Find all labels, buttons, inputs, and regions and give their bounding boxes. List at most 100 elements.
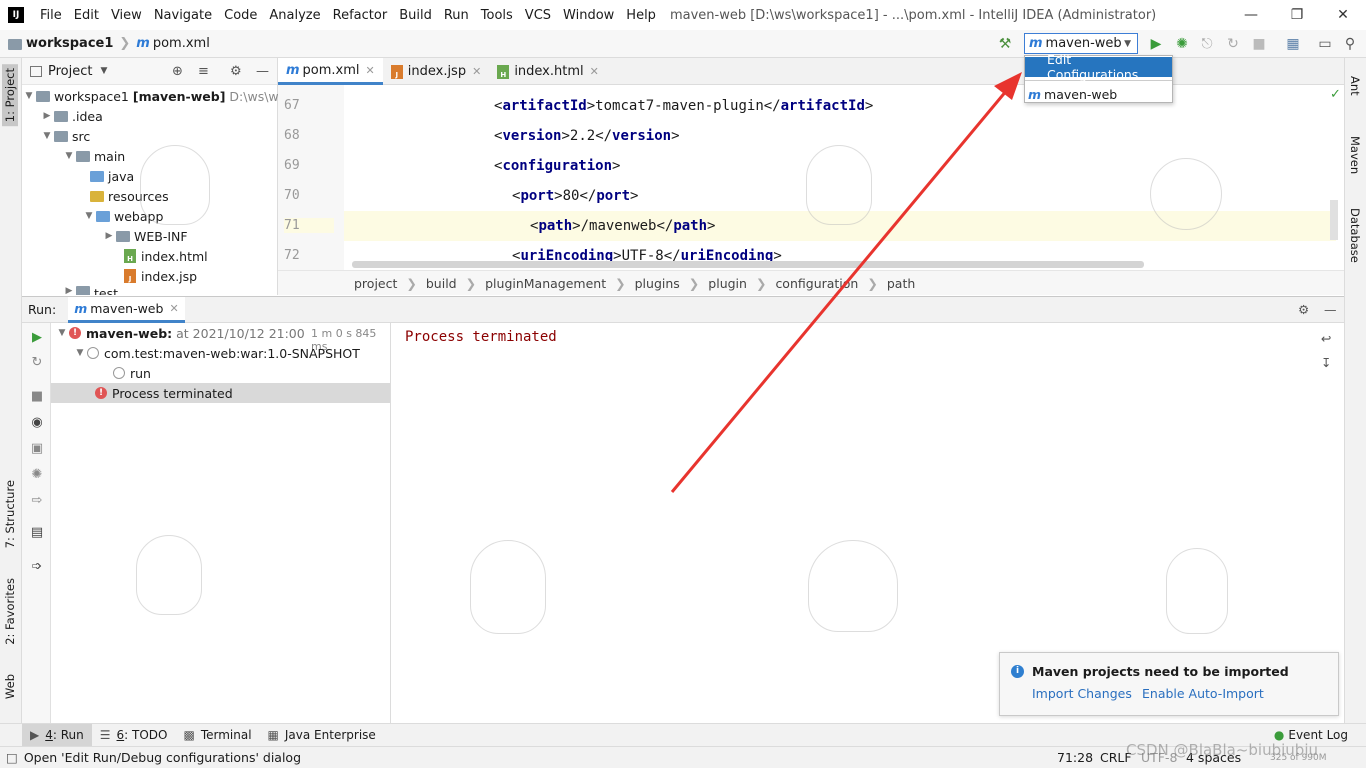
tree-item-index-html[interactable]: Hindex.html (124, 246, 208, 266)
layout-icon[interactable]: ▤ (28, 523, 46, 541)
minimize-button[interactable]: — (1228, 0, 1274, 30)
gear-icon[interactable]: ⚙ (1298, 302, 1309, 317)
run-leaf[interactable]: run (113, 363, 151, 383)
menu-analyze[interactable]: Analyze (263, 8, 326, 23)
tree-root[interactable]: ▼ workspace1 [maven-web] D:\ws\wo (22, 86, 287, 106)
tree-item-idea[interactable]: ▶ .idea (40, 106, 103, 126)
tree-item-test[interactable]: ▶ test (62, 286, 118, 295)
scroll-to-end-icon[interactable]: ↧ (1321, 355, 1331, 370)
maximize-button[interactable]: ❐ (1274, 0, 1320, 30)
menu-refactor[interactable]: Refactor (327, 8, 394, 23)
build-hammer-icon[interactable]: ⚒ (996, 35, 1014, 53)
close-icon[interactable]: ✕ (169, 302, 178, 315)
tab-java-enterprise[interactable]: ▦ Java Enterprise (260, 724, 384, 747)
tab-index-jsp[interactable]: Jindex.jsp ✕ (383, 58, 490, 85)
profile-icon[interactable]: ↻ (1224, 35, 1242, 53)
breadcrumb-item[interactable]: build (426, 276, 457, 291)
horizontal-scrollbar[interactable] (352, 261, 1144, 268)
menu-tools[interactable]: Tools (475, 8, 519, 23)
tab-todo[interactable]: ☰ 6: TODO (92, 724, 176, 747)
nav-file[interactable]: pom.xml (153, 36, 210, 51)
tree-item-java[interactable]: java (90, 166, 134, 186)
tab-pom-xml[interactable]: m pom.xml ✕ (278, 58, 383, 85)
run-button[interactable]: ▶ (1147, 35, 1165, 53)
xml-tag: configuration (502, 158, 613, 174)
tab-maven[interactable]: Maven (1348, 136, 1362, 174)
settings-icon[interactable]: ✺ (28, 465, 46, 483)
code-line[interactable]: < version >2.2 </version > (494, 121, 680, 151)
rerun-icon[interactable]: ▶ (28, 328, 46, 346)
code-line[interactable]: < port >80 </port > (512, 181, 638, 211)
tree-item-main[interactable]: ▼ main (62, 146, 126, 166)
tab-database[interactable]: Database (1348, 208, 1362, 263)
login-icon[interactable]: ⇨ (28, 491, 46, 509)
menu-navigate[interactable]: Navigate (148, 8, 218, 23)
nav-project[interactable]: workspace1 (26, 36, 113, 51)
import-changes-link[interactable]: Import Changes (1032, 686, 1132, 701)
caret-position[interactable]: 71:28 (1057, 750, 1093, 765)
soft-wrap-icon[interactable]: ↩ (1321, 331, 1331, 346)
enable-auto-import-link[interactable]: Enable Auto-Import (1142, 686, 1264, 701)
tab-index-html[interactable]: Hindex.html ✕ (489, 58, 607, 85)
hide-icon[interactable]: — (1324, 302, 1337, 317)
dropdown-maven-web-item[interactable]: m maven-web (1025, 84, 1172, 104)
menu-code[interactable]: Code (218, 8, 263, 23)
menu-vcs[interactable]: VCS (519, 8, 557, 23)
project-structure-icon[interactable]: ▦ (1284, 35, 1302, 53)
run-tab-maven-web[interactable]: m maven-web ✕ (68, 296, 185, 323)
menu-help[interactable]: Help (620, 8, 662, 23)
debug-icon[interactable]: ✺ (1173, 35, 1191, 53)
tab-web[interactable]: Web (2, 670, 18, 703)
stop-icon[interactable]: ■ (1250, 35, 1268, 53)
breadcrumb-item[interactable]: configuration (775, 276, 858, 291)
coverage-icon[interactable]: ⎋ (1198, 35, 1216, 53)
menu-run[interactable]: Run (438, 8, 475, 23)
vertical-scrollbar[interactable] (1330, 200, 1338, 240)
expand-icon: ▼ (25, 91, 33, 101)
chevron-down-icon[interactable]: ▼ (100, 66, 107, 76)
tab-ant[interactable]: Ant (1348, 76, 1362, 96)
code-line[interactable]: < path >/mavenweb </path > (530, 211, 715, 241)
tab-structure[interactable]: 7: Structure (2, 476, 18, 552)
layout-icon[interactable]: ▭ (1316, 35, 1334, 53)
run-terminated-row[interactable]: ! Process terminated (51, 383, 390, 403)
menu-edit[interactable]: Edit (68, 8, 105, 23)
breadcrumb-item[interactable]: plugins (635, 276, 680, 291)
breadcrumb-item[interactable]: pluginManagement (485, 276, 606, 291)
tab-project[interactable]: 1: Project (2, 64, 18, 127)
code-line[interactable]: < configuration > (494, 151, 620, 181)
tab-run[interactable]: ▶ 4: Run (22, 723, 92, 747)
tab-favorites[interactable]: 2: Favorites (2, 574, 18, 649)
breadcrumb-item[interactable]: path (887, 276, 915, 291)
run-root[interactable]: ▼ ! maven-web: at 2021/10/12 21:00 (55, 323, 305, 343)
collapse-icon[interactable]: ≡ (198, 64, 209, 79)
menu-build[interactable]: Build (393, 8, 438, 23)
search-icon[interactable]: ⚲ (1341, 35, 1359, 53)
edit-configurations-item[interactable]: Edit Configurations... (1025, 52, 1172, 82)
stop-icon[interactable]: ■ (28, 387, 46, 405)
tree-item-index-jsp[interactable]: Jindex.jsp (124, 266, 197, 286)
menu-view[interactable]: View (105, 8, 148, 23)
pin-icon[interactable]: ➩ (28, 557, 46, 575)
camera-icon[interactable]: ▣ (28, 439, 46, 457)
tree-item-src[interactable]: ▼ src (40, 126, 91, 146)
locate-icon[interactable]: ⊕ (172, 64, 183, 79)
tree-item-web-inf[interactable]: ▶ WEB-INF (102, 226, 188, 246)
run-child[interactable]: ▼ com.test:maven-web:war:1.0-SNAPSHOT (73, 343, 360, 363)
breadcrumb-item[interactable]: project (354, 276, 397, 291)
close-icon[interactable]: ✕ (366, 64, 375, 77)
project-panel-title[interactable]: Project (48, 64, 92, 79)
gear-icon[interactable]: ⚙ (230, 64, 242, 79)
menu-window[interactable]: Window (557, 8, 620, 23)
rerun-failed-icon[interactable]: ↻ (28, 353, 46, 371)
eye-icon[interactable]: ◉ (28, 413, 46, 431)
close-icon[interactable]: ✕ (472, 65, 481, 78)
breadcrumb-item[interactable]: plugin (708, 276, 747, 291)
run-config-selector[interactable]: m maven-web ▼ (1024, 33, 1138, 54)
tab-terminal[interactable]: ▩ Terminal (175, 724, 259, 747)
hide-icon[interactable]: — (256, 64, 269, 79)
code-line[interactable]: < artifactId > tomcat7-maven-plugin </artifa… (494, 91, 873, 121)
close-window-button[interactable]: ✕ (1320, 0, 1366, 30)
menu-file[interactable]: File (34, 8, 68, 23)
close-icon[interactable]: ✕ (590, 65, 599, 78)
